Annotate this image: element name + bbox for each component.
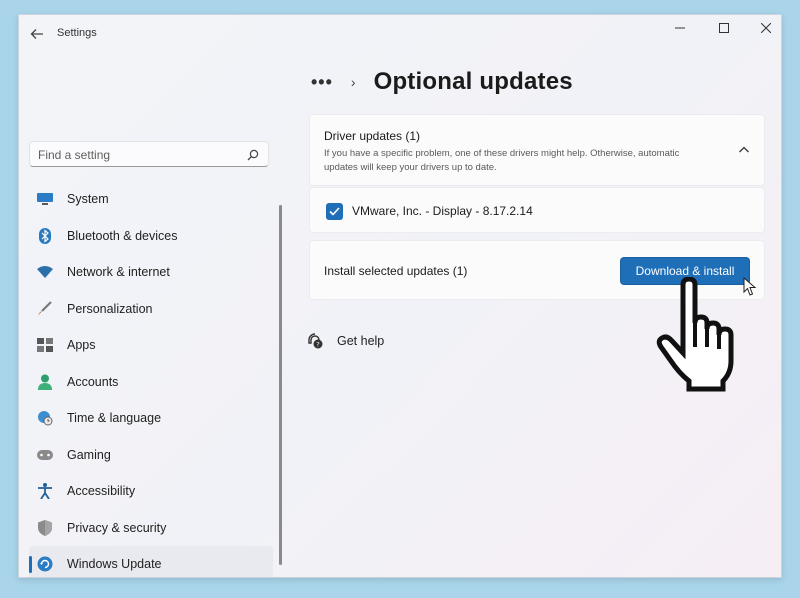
sidebar-item-network[interactable]: Network & internet [29,254,273,291]
gamepad-icon [37,447,53,463]
minimize-button[interactable] [659,15,701,41]
sidebar-item-system[interactable]: System [29,181,273,218]
search-placeholder: Find a setting [38,148,111,162]
sidebar-item-label: Windows Update [67,557,162,572]
chevron-up-icon[interactable] [738,145,750,155]
sidebar-item-label: Privacy & security [67,520,167,535]
accounts-icon [37,374,53,390]
sidebar-item-personalization[interactable]: Personalization [29,291,273,328]
breadcrumb-more-button[interactable]: ••• [311,72,333,93]
system-icon [37,191,53,207]
maximize-button[interactable] [703,15,745,41]
sidebar-item-label: Network & internet [67,265,170,280]
checkmark-icon [329,207,340,216]
globe-clock-icon [37,410,53,426]
sidebar-item-privacy-security[interactable]: Privacy & security [29,510,273,547]
get-help-label: Get help [337,334,385,348]
sidebar-item-label: Bluetooth & devices [67,228,178,243]
wifi-icon [37,264,53,280]
driver-item-row: VMware, Inc. - Display - 8.17.2.14 [309,187,765,233]
sidebar-scrollbar[interactable] [279,205,282,565]
settings-window: Settings Find a setting System Bluetooth… [18,14,782,578]
back-arrow-icon [30,29,43,39]
shield-icon [37,519,53,536]
sidebar-item-label: System [67,192,109,207]
sidebar-item-label: Personalization [67,301,153,316]
mouse-pointer-icon [743,277,757,296]
sidebar-item-label: Time & language [67,411,162,426]
sidebar-item-accessibility[interactable]: Accessibility [29,473,273,510]
sidebar-item-label: Gaming [67,447,111,462]
back-button[interactable] [25,23,49,45]
driver-updates-description: If you have a specific problem, one of t… [324,148,680,173]
breadcrumb-separator: › [350,74,356,90]
maximize-icon [719,23,729,33]
sidebar-item-label: Apps [67,338,96,353]
bluetooth-icon [37,227,53,244]
driver-updates-title: Driver updates (1) [324,129,421,143]
close-button[interactable] [745,15,781,41]
close-icon [761,23,771,33]
sidebar-item-gaming[interactable]: Gaming [29,437,273,474]
brush-icon [37,300,53,317]
sidebar-item-windows-update[interactable]: Windows Update [29,546,273,577]
sidebar-item-accounts[interactable]: Accounts [29,364,273,401]
search-input[interactable]: Find a setting [29,141,269,167]
app-title: Settings [57,27,97,39]
windows-update-icon [37,556,53,572]
sidebar-nav: System Bluetooth & devices Network & int… [29,181,273,577]
sidebar-item-time-language[interactable]: Time & language [29,400,273,437]
driver-checkbox[interactable] [326,203,343,220]
hand-pointer-icon [656,277,734,392]
sidebar-item-label: Accessibility [67,484,136,499]
install-selected-label: Install selected updates (1) [324,264,468,278]
sidebar-item-label: Accounts [67,374,119,389]
get-help-link[interactable]: ? Get help [307,331,384,351]
apps-icon [37,337,53,353]
driver-updates-card[interactable]: Driver updates (1) If you have a specifi… [309,114,765,186]
driver-item-label: VMware, Inc. - Display - 8.17.2.14 [352,204,533,218]
sidebar-item-apps[interactable]: Apps [29,327,273,364]
svg-text:?: ? [316,341,319,349]
search-icon [247,149,259,161]
accessibility-icon [37,483,53,499]
breadcrumb: ••• › Optional updates [311,67,573,97]
title-bar: Settings [19,15,781,55]
sidebar-item-bluetooth[interactable]: Bluetooth & devices [29,218,273,255]
minimize-icon [675,27,685,29]
page-title: Optional updates [373,68,573,95]
help-icon: ? [308,333,323,349]
